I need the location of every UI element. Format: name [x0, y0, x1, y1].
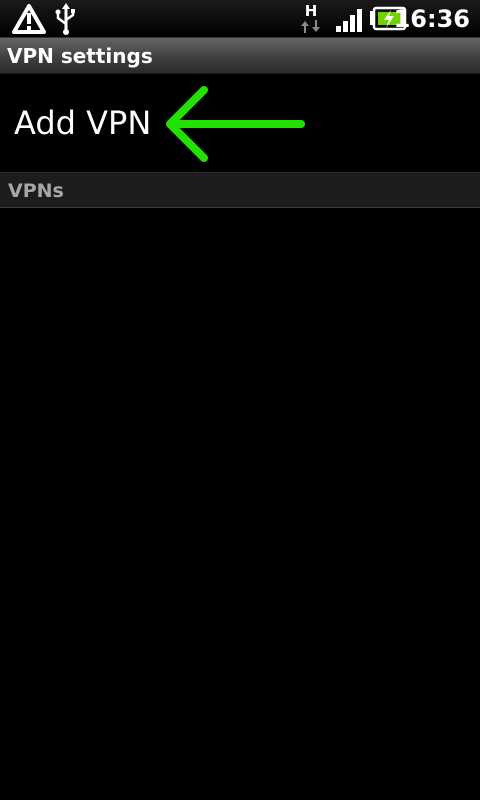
- network-type-label: H: [305, 2, 318, 20]
- title-bar: VPN settings: [0, 38, 480, 74]
- warning-icon: [12, 0, 46, 38]
- add-vpn-label: Add VPN: [14, 104, 152, 142]
- vpn-list: [0, 208, 480, 800]
- usb-icon: [52, 0, 80, 38]
- page-title: VPN settings: [7, 44, 153, 68]
- status-clock: 16:36: [393, 5, 470, 33]
- status-bar: H 16:36: [0, 0, 480, 38]
- hspa-data-icon: H: [298, 0, 324, 38]
- vpns-section-header: VPNs: [0, 172, 480, 208]
- signal-strength-icon: [334, 0, 364, 38]
- arrow-left-icon: [160, 84, 310, 170]
- vpns-section-title: VPNs: [8, 180, 64, 202]
